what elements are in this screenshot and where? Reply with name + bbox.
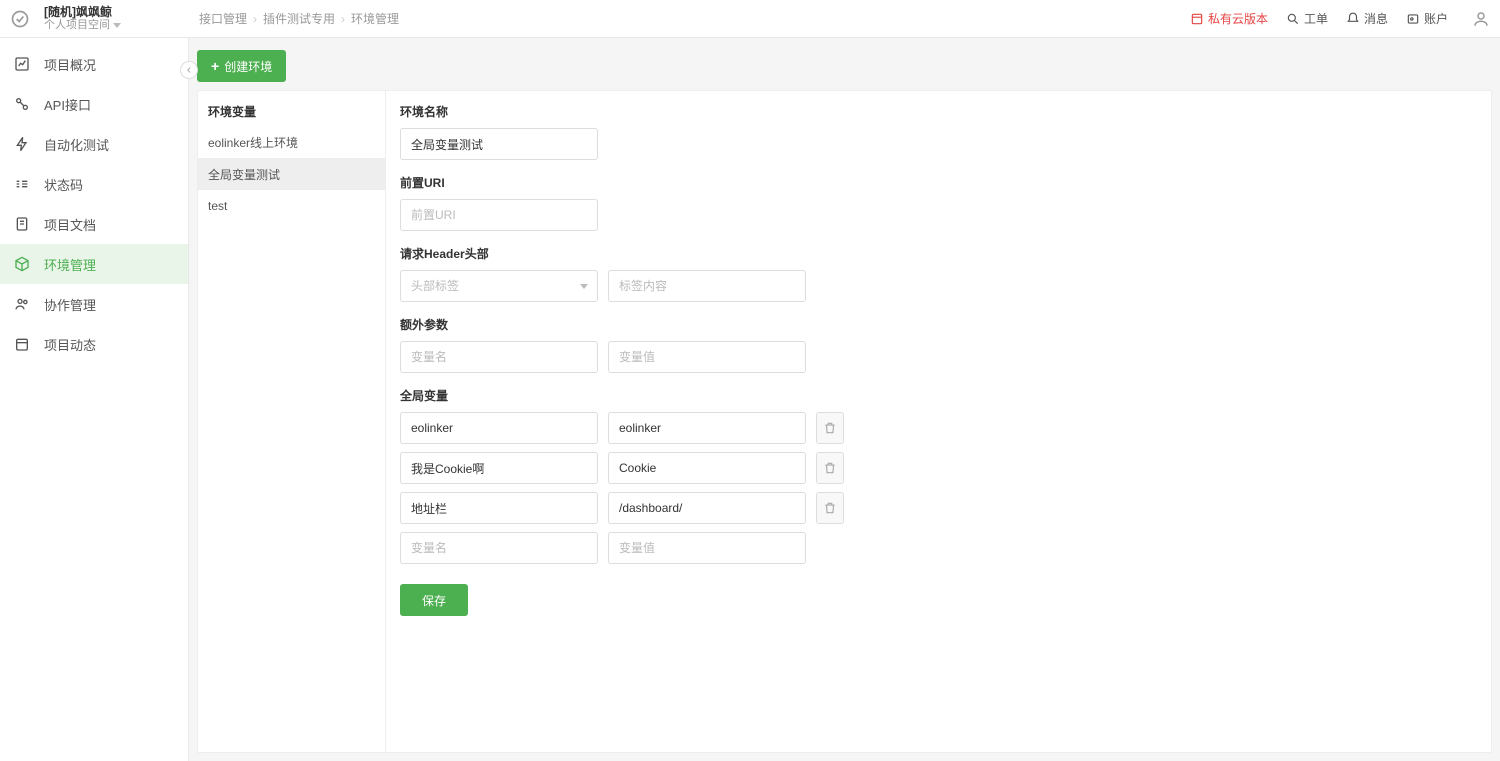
- project-switcher[interactable]: [随机]飒飒鲸 个人项目空间: [44, 5, 169, 33]
- top-bar: [随机]飒飒鲸 个人项目空间 接口管理 › 插件测试专用 › 环境管理 私有云版…: [0, 0, 1500, 38]
- api-icon: [14, 96, 30, 112]
- global-var-value-input[interactable]: [608, 532, 806, 564]
- trash-icon: [823, 461, 837, 475]
- chevron-left-icon: [184, 65, 194, 75]
- bolt-icon: [14, 136, 30, 152]
- sidebar-item-collab[interactable]: 协作管理: [0, 284, 188, 324]
- label-extra-params: 额外参数: [400, 316, 1477, 333]
- sidebar-item-autotest[interactable]: 自动化测试: [0, 124, 188, 164]
- label-front-uri: 前置URI: [400, 174, 1477, 191]
- sidebar: 项目概况 API接口 自动化测试 状态码 项目文档 环境管理: [0, 38, 189, 761]
- env-list-item[interactable]: 全局变量测试: [198, 158, 385, 190]
- env-list-item[interactable]: test: [198, 190, 385, 222]
- chevron-down-icon: [113, 23, 121, 28]
- sidebar-item-api[interactable]: API接口: [0, 84, 188, 124]
- create-env-button[interactable]: + 创建环境: [197, 50, 286, 82]
- global-var-value-input[interactable]: [608, 452, 806, 484]
- global-var-value-input[interactable]: [608, 412, 806, 444]
- env-list-item[interactable]: eolinker线上环境: [198, 126, 385, 158]
- project-name: [随机]飒飒鲸: [44, 5, 169, 19]
- sidebar-item-status[interactable]: 状态码: [0, 164, 188, 204]
- global-var-value-input[interactable]: [608, 492, 806, 524]
- trash-icon: [823, 421, 837, 435]
- global-var-row: [400, 412, 1477, 444]
- user-avatar-icon[interactable]: [1472, 10, 1490, 28]
- global-var-name-input[interactable]: [400, 492, 598, 524]
- global-var-row: [400, 452, 1477, 484]
- package-icon: [1190, 12, 1204, 26]
- chevron-down-icon: [580, 284, 588, 289]
- global-var-name-input[interactable]: [400, 412, 598, 444]
- global-var-row: [400, 492, 1477, 524]
- sidebar-item-docs[interactable]: 项目文档: [0, 204, 188, 244]
- id-icon: [1406, 12, 1420, 26]
- trash-icon: [823, 501, 837, 515]
- global-var-row-empty: [400, 532, 1477, 564]
- label-env-name: 环境名称: [400, 103, 1477, 120]
- delete-row-button[interactable]: [816, 492, 844, 524]
- sidebar-item-env[interactable]: 环境管理: [0, 244, 188, 284]
- extra-param-name-input[interactable]: [400, 341, 598, 373]
- code-icon: [14, 176, 30, 192]
- collapse-sidebar-button[interactable]: [180, 61, 198, 79]
- chart-icon: [14, 56, 30, 72]
- doc-icon: [14, 216, 30, 232]
- delete-row-button[interactable]: [816, 412, 844, 444]
- save-button[interactable]: 保存: [400, 584, 468, 616]
- extra-param-value-input[interactable]: [608, 341, 806, 373]
- calendar-icon: [14, 336, 30, 352]
- plus-icon: +: [211, 59, 219, 73]
- env-list: 环境变量 eolinker线上环境 全局变量测试 test: [198, 91, 386, 752]
- env-form: 环境名称 前置URI 请求Header头部: [386, 91, 1491, 752]
- env-list-title: 环境变量: [198, 91, 385, 126]
- sidebar-item-activity[interactable]: 项目动态: [0, 324, 188, 364]
- workspace-label: 个人项目空间: [44, 19, 169, 32]
- message-link[interactable]: 消息: [1346, 10, 1388, 27]
- private-cloud-link[interactable]: 私有云版本: [1190, 10, 1268, 27]
- ticket-link[interactable]: 工单: [1286, 10, 1328, 27]
- account-link[interactable]: 账户: [1406, 10, 1448, 27]
- label-global-vars: 全局变量: [400, 387, 1477, 404]
- global-var-name-input[interactable]: [400, 452, 598, 484]
- delete-row-button[interactable]: [816, 452, 844, 484]
- bell-icon: [1346, 12, 1360, 26]
- breadcrumb: 接口管理 › 插件测试专用 › 环境管理: [199, 10, 399, 27]
- logo-icon: [10, 9, 30, 29]
- global-var-name-input[interactable]: [400, 532, 598, 564]
- cube-icon: [14, 256, 30, 272]
- search-icon: [1286, 12, 1300, 26]
- content: + 创建环境 环境变量 eolinker线上环境 全局变量测试 test 环境名…: [189, 38, 1500, 761]
- header-tag-select[interactable]: [400, 270, 598, 302]
- env-name-input[interactable]: [400, 128, 598, 160]
- users-icon: [14, 296, 30, 312]
- front-uri-input[interactable]: [400, 199, 598, 231]
- label-req-header: 请求Header头部: [400, 245, 1477, 262]
- breadcrumb-item[interactable]: 插件测试专用: [263, 10, 335, 27]
- sidebar-item-overview[interactable]: 项目概况: [0, 44, 188, 84]
- breadcrumb-item[interactable]: 接口管理: [199, 10, 247, 27]
- breadcrumb-item[interactable]: 环境管理: [351, 10, 399, 27]
- header-content-input[interactable]: [608, 270, 806, 302]
